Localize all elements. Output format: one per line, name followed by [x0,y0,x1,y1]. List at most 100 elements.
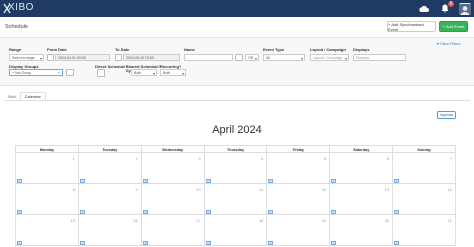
sync-event-icon[interactable] [268,179,274,183]
clear-filters-link[interactable]: ▾ Clear Filters [437,41,460,46]
name-input[interactable] [184,54,233,61]
notification-bell-icon[interactable]: 6 [438,1,454,15]
calendar-day-cell[interactable]: 21 [393,215,456,246]
day-number[interactable]: 20 [385,218,389,223]
calendar-day-cell[interactable]: 8 [16,184,79,215]
recurring-select[interactable]: Both [160,69,186,77]
from-date-input[interactable]: 2024-04-01 00:00 [55,54,110,61]
day-number[interactable]: 3 [198,156,200,161]
calendar-month-title: April 2024 [212,124,262,136]
cloud-icon[interactable] [417,2,430,15]
day-number[interactable]: 5 [324,156,326,161]
name-regex-toggle[interactable] [235,54,243,61]
sync-event-icon[interactable] [142,241,148,245]
layout-campaign-select[interactable]: Layout / Campaign [310,54,349,62]
sync-event-icon[interactable] [331,241,337,245]
weekday-header-wednesday: Wednesday [141,145,205,153]
sync-event-icon[interactable] [394,210,400,214]
sync-event-icon[interactable] [394,241,400,245]
calendar-day-cell[interactable]: 14 [393,184,456,215]
calendar-day-cell[interactable]: 9 [78,184,142,215]
direct-schedule-checkbox[interactable] [97,69,105,77]
day-number[interactable]: 4 [261,156,263,161]
display-groups-select[interactable]: + Not Group × [9,69,63,76]
calendar-day-cell[interactable]: 17 [141,215,205,246]
calendar-day-cell[interactable]: 18 [204,215,268,246]
calendar-day-cell[interactable]: 11 [204,184,268,215]
layout-campaign-label: Layout / Campaign [310,47,346,52]
shared-schedule-select[interactable]: Both [131,69,157,77]
day-number[interactable]: 2 [135,156,137,161]
day-number[interactable]: 11 [259,187,263,192]
sync-event-icon[interactable] [142,179,148,183]
weekday-header-friday: Friday [267,145,331,153]
page-title: Schedule [5,24,28,30]
sync-event-icon[interactable] [205,179,211,183]
day-number[interactable]: 10 [196,187,200,192]
calendar-day-cell[interactable]: 4 [204,153,268,184]
calendar-day-cell[interactable]: 16 [78,215,142,246]
sync-event-icon[interactable] [79,210,85,214]
calendar-day-cell[interactable]: 19 [267,215,331,246]
weekday-header-monday: Monday [16,145,79,153]
displays-select[interactable]: Displays [353,54,406,61]
calendar-day-cell[interactable]: 7 [393,153,456,184]
name-label: Name [184,47,195,52]
sync-event-icon[interactable] [394,179,400,183]
user-avatar[interactable] [459,2,471,15]
day-number[interactable]: 15 [70,218,74,223]
sync-event-icon[interactable] [17,210,22,214]
name-logical-operator-select[interactable]: OR [245,54,259,62]
day-number[interactable]: 9 [135,187,137,192]
calendar-day-cell[interactable]: 1 [16,153,79,184]
day-number[interactable]: 21 [448,218,452,223]
sync-event-icon[interactable] [142,210,148,214]
range-select[interactable]: Select a range [9,54,44,62]
to-date-input[interactable]: 2024-05-20 23:59 [123,54,180,61]
agenda-button[interactable]: Agenda [437,111,456,119]
sync-event-icon[interactable] [205,210,211,214]
day-number[interactable]: 6 [387,156,389,161]
sync-event-icon[interactable] [79,179,85,183]
logo-text: XIBO [8,2,34,13]
sync-event-icon[interactable] [331,179,337,183]
sync-event-icon[interactable] [17,241,22,245]
from-date-calendar-button[interactable] [47,54,54,61]
day-number[interactable]: 19 [322,218,326,223]
calendar-day-cell[interactable]: 3 [141,153,205,184]
range-label: Range [9,47,22,52]
calendar-day-cell[interactable]: 12 [267,184,331,215]
day-number[interactable]: 12 [322,187,326,192]
calendar-day-cell[interactable]: 13 [330,184,394,215]
clear-x-icon[interactable]: × [58,70,60,75]
top-navbar: XIBO 6 [0,0,474,17]
day-number[interactable]: 14 [448,187,452,192]
weekday-header-tuesday: Tuesday [78,145,142,153]
to-date-calendar-button[interactable] [115,54,122,61]
calendar-day-cell[interactable]: 20 [330,215,394,246]
day-number[interactable]: 7 [450,156,452,161]
day-number[interactable]: 17 [196,218,200,223]
day-number[interactable]: 1 [73,156,75,161]
add-event-button[interactable]: + Add Event [439,21,468,32]
calendar-day-cell[interactable]: 5 [267,153,331,184]
sync-event-icon[interactable] [331,210,337,214]
sync-event-icon[interactable] [268,241,274,245]
calendar-day-cell[interactable]: 6 [330,153,394,184]
filter-panel [0,38,474,86]
sync-event-icon[interactable] [268,210,274,214]
calendar-day-cell[interactable]: 10 [141,184,205,215]
display-groups-toggle[interactable] [66,69,74,76]
day-number[interactable]: 16 [133,218,137,223]
sync-event-icon[interactable] [79,241,85,245]
event-type-select[interactable]: All [263,54,305,62]
sync-event-icon[interactable] [205,241,211,245]
calendar-day-cell[interactable]: 15 [16,215,79,246]
add-synchronised-event-button[interactable]: + Add Synchronised Event [387,21,436,32]
day-number[interactable]: 18 [259,218,263,223]
day-number[interactable]: 8 [73,187,75,192]
displays-label: Displays [353,47,370,52]
sync-event-icon[interactable] [17,179,22,183]
day-number[interactable]: 13 [385,187,389,192]
calendar-day-cell[interactable]: 2 [78,153,142,184]
